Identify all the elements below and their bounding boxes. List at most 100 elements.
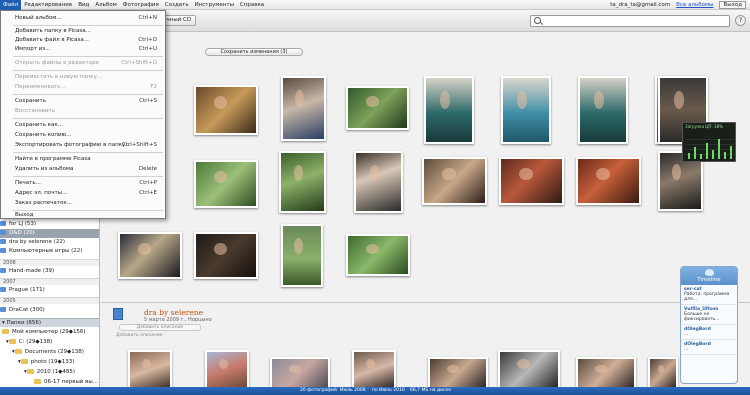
- album-icon: [0, 248, 6, 253]
- menu-file[interactable]: Файл: [0, 0, 22, 10]
- tree-photo[interactable]: ▾ photo (19◆133): [0, 358, 99, 367]
- photo-thumbnail[interactable]: [279, 151, 326, 213]
- menu-tools[interactable]: Инструменты: [192, 0, 237, 10]
- folder-icon: [20, 359, 28, 364]
- photo-thumbnail[interactable]: [346, 234, 410, 276]
- photo-thumbnail[interactable]: [346, 86, 409, 130]
- sidebar-item-hand-made[interactable]: Hand-made (39): [0, 267, 99, 276]
- help-icon[interactable]: ?: [735, 15, 746, 26]
- menu-item-add-file[interactable]: Добавить файл в Picasa... Ctrl+O: [1, 36, 165, 45]
- menu-item-add-folder[interactable]: Добавить папку в Picasa...: [1, 27, 165, 36]
- menu-item-find-in-picasa[interactable]: Найти в программе Picasa: [1, 155, 165, 164]
- album-icon: [0, 307, 6, 312]
- folder-icon: [26, 369, 34, 374]
- tweet-item[interactable]: dOlegBord...: [681, 340, 737, 355]
- photo-thumbnail[interactable]: [501, 76, 551, 144]
- photo-thumbnail[interactable]: [424, 76, 474, 144]
- sidebar-item-for-lj[interactable]: for LJ (53): [0, 220, 99, 229]
- search-input[interactable]: [530, 15, 730, 27]
- menu-item-export[interactable]: Экспортировать фотографию в папку... Ctrl…: [1, 141, 165, 150]
- tree-drive-c[interactable]: ▾ C: (29◆138): [0, 338, 99, 347]
- menu-item-save-copy[interactable]: Сохранить копию...: [1, 131, 165, 140]
- menu-separator: [13, 25, 163, 26]
- year-header-2005: 2005: [0, 297, 99, 304]
- menu-item-save[interactable]: Сохранить Ctrl+S: [1, 97, 165, 106]
- logout-button[interactable]: Выход: [719, 1, 746, 9]
- year-header-2007: 2007: [0, 278, 99, 285]
- photo-thumbnail[interactable]: [578, 76, 628, 144]
- menu-item-save-as[interactable]: Сохранить как...: [1, 121, 165, 130]
- tree-2010[interactable]: ▾ 2010 (1◆485): [0, 368, 99, 377]
- menu-edit[interactable]: Редактирование: [21, 0, 75, 10]
- photo-thumbnail[interactable]: [422, 157, 487, 205]
- drive-icon: [8, 339, 16, 344]
- tree-my-computer[interactable]: Мой компьютер (29◆156): [0, 328, 99, 337]
- photo-thumbnail[interactable]: [205, 350, 249, 387]
- sidebar-item-dracat[interactable]: DraCat (300): [0, 306, 99, 315]
- menu-separator: [13, 176, 163, 177]
- album-icon: [0, 268, 6, 273]
- computer-icon: [2, 329, 9, 334]
- album-date: 5 марта 2009 г., Норцыно: [144, 317, 212, 323]
- menu-item-rename[interactable]: Переименовать... F2: [1, 83, 165, 92]
- folders-section-header[interactable]: ▾ Папки (656): [0, 318, 99, 327]
- photo-thumbnail[interactable]: [352, 350, 396, 387]
- tree-documents[interactable]: ▾ Documents (29◆138): [0, 348, 99, 357]
- photo-thumbnail[interactable]: [498, 350, 560, 387]
- photo-thumbnail[interactable]: [194, 160, 258, 208]
- menu-separator: [13, 94, 163, 95]
- menu-item-print[interactable]: Печать... Ctrl+P: [1, 179, 165, 188]
- cpu-monitor-widget: Загрузка ЦП: 38%: [682, 122, 736, 162]
- photo-thumbnail[interactable]: [648, 357, 678, 387]
- menu-item-revert[interactable]: Восстановить: [1, 107, 165, 116]
- graph-bar: [724, 152, 726, 159]
- menu-album[interactable]: Альбом: [92, 0, 119, 10]
- status-bar: 20 фотографий Июль 2008 по Июнь 2010 66,…: [0, 387, 750, 395]
- album-title[interactable]: dra by selerene: [144, 308, 203, 317]
- cpu-graph: [685, 135, 734, 159]
- graph-bar: [688, 153, 690, 159]
- tweet-item[interactable]: ser-cat Работа: программа для...: [681, 285, 737, 305]
- all-albums-link[interactable]: Все альбомы: [676, 2, 713, 8]
- menu-create[interactable]: Создать: [162, 0, 192, 10]
- search-icon: [534, 17, 541, 24]
- account-area: ta_dra_ta@gmail.com Все альбомы Выход: [610, 0, 746, 10]
- status-photo-count: 20 фотографий: [300, 388, 337, 393]
- graph-bar: [718, 139, 720, 159]
- photo-thumbnail[interactable]: [281, 224, 323, 287]
- photo-thumbnail[interactable]: [194, 85, 258, 135]
- menu-item-email[interactable]: Адрес эл. почты... Ctrl+E: [1, 189, 165, 198]
- year-header-2008: 2008: [0, 259, 99, 266]
- save-changes-button[interactable]: Сохранить изменения (3): [205, 48, 303, 56]
- add-caption-link[interactable]: Добавить описание: [116, 333, 163, 338]
- menu-view[interactable]: Вид: [75, 0, 92, 10]
- photo-thumbnail[interactable]: [354, 151, 403, 213]
- add-description-button[interactable]: Добавить описание: [119, 324, 201, 331]
- photo-thumbnail[interactable]: [118, 232, 182, 279]
- photo-thumbnail[interactable]: [499, 157, 564, 205]
- photo-thumbnail[interactable]: [128, 350, 172, 387]
- sidebar-item-computer-games[interactable]: Компьютерные игры (22): [0, 247, 99, 256]
- menu-item-move-to-folder[interactable]: Переместить в новую папку...: [1, 73, 165, 82]
- album-icon: [0, 287, 6, 292]
- sidebar-item-dra-by-selerene[interactable]: dra by selerene (22): [0, 238, 99, 247]
- photo-thumbnail[interactable]: [281, 76, 326, 141]
- menu-photo[interactable]: Фотография: [120, 0, 162, 10]
- sidebar-item-dnd[interactable]: D&D (20): [0, 229, 99, 238]
- photo-thumbnail[interactable]: [428, 357, 488, 387]
- tree-first-folder[interactable]: 06-17 первый вы...: [0, 378, 99, 387]
- menu-item-import[interactable]: Импорт из... Ctrl+U: [1, 45, 165, 54]
- menu-item-exit[interactable]: Выход: [1, 211, 165, 220]
- photo-thumbnail[interactable]: [576, 157, 641, 205]
- photo-thumbnail[interactable]: [270, 357, 330, 387]
- tweet-item[interactable]: dOlegBord...: [681, 325, 737, 340]
- photo-thumbnail[interactable]: [576, 357, 636, 387]
- menu-item-remove-from-album[interactable]: Удалить из альбома Delete: [1, 165, 165, 174]
- sidebar-item-prague[interactable]: Prague (171): [0, 286, 99, 295]
- photo-thumbnail[interactable]: [194, 232, 258, 279]
- menu-item-order-prints[interactable]: Заказ распечаток...: [1, 199, 165, 208]
- menu-help[interactable]: Справка: [237, 0, 267, 10]
- menu-item-open-in-editor[interactable]: Открыть файлы в редакторе Ctrl+Shift+O: [1, 59, 165, 68]
- tweet-item[interactable]: Vulfila_Ulfson Больше не фиксировать...: [681, 305, 737, 325]
- menu-item-new-album[interactable]: Новый альбом... Ctrl+N: [1, 14, 165, 23]
